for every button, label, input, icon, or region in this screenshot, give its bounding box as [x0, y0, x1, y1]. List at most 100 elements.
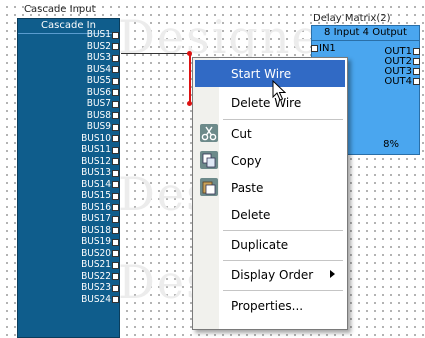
menu-item-label: Duplicate — [231, 237, 289, 252]
cascade-input-block[interactable]: Cascade In BUS1 BUS2 BUS3 BUS4 BUS5 BUS6 BUS7 B… — [17, 18, 120, 338]
output-port[interactable] — [112, 261, 119, 269]
bus-label: BUS20 — [81, 247, 111, 259]
menu-item-duplicate[interactable]: Duplicate — [195, 231, 345, 258]
bus-row: BUS1 — [87, 30, 119, 40]
input-port[interactable] — [311, 44, 318, 52]
bus-row: BUS24 — [81, 294, 119, 305]
output-port[interactable] — [112, 54, 119, 62]
output-port[interactable] — [112, 123, 119, 131]
wire[interactable] — [121, 53, 191, 54]
output-port[interactable] — [112, 273, 119, 280]
bus-row: BUS11 — [81, 145, 119, 155]
wire-handle[interactable] — [187, 51, 192, 56]
output-port[interactable] — [413, 77, 420, 85]
output-port[interactable] — [112, 31, 119, 39]
bus-label: BUS23 — [81, 282, 111, 293]
output-port[interactable] — [112, 77, 119, 85]
bus-label: BUS1 — [86, 29, 111, 40]
menu-item-delete-wire[interactable]: Delete Wire — [195, 89, 345, 116]
bus-label: BUS10 — [81, 132, 111, 144]
output-port-label: OUT4 — [384, 75, 412, 87]
output-port[interactable] — [112, 284, 119, 292]
bus-label: BUS7 — [86, 98, 111, 109]
menu-item-label: Delete — [231, 207, 271, 222]
bus-label: BUS19 — [81, 236, 111, 247]
input-port-row[interactable]: IN1 — [311, 43, 336, 54]
bus-label: BUS3 — [86, 52, 111, 63]
output-port[interactable] — [112, 146, 119, 154]
bus-row: BUS10 — [81, 132, 119, 144]
bus-label: BUS8 — [86, 109, 111, 121]
bus-row: BUS12 — [81, 155, 119, 167]
bus-row: BUS18 — [81, 224, 119, 236]
output-port[interactable] — [112, 66, 119, 73]
bus-label: BUS22 — [81, 270, 111, 282]
output-port[interactable] — [112, 192, 119, 200]
output-port-row[interactable]: OUT3 — [384, 66, 420, 77]
output-port[interactable] — [112, 89, 119, 96]
bus-label: BUS16 — [81, 201, 111, 213]
bus-row: BUS13 — [81, 168, 119, 178]
menu-item-label: Paste — [231, 180, 264, 195]
bus-label: BUS18 — [81, 224, 111, 236]
bus-row: BUS4 — [87, 64, 119, 75]
delay-matrix-label: Delay Matrix(2) — [313, 13, 391, 24]
wire-selected[interactable] — [189, 53, 191, 105]
output-port[interactable] — [413, 57, 420, 65]
bus-row: BUS5 — [87, 76, 119, 86]
menu-item-label: Copy — [231, 153, 262, 168]
menu-item-label: Delete Wire — [231, 95, 302, 110]
paste-icon — [200, 178, 218, 196]
output-port-row[interactable]: OUT4 — [384, 75, 420, 87]
bus-label: BUS17 — [81, 213, 111, 224]
menu-item-label: Display Order — [231, 267, 314, 282]
bus-row: BUS7 — [87, 99, 119, 109]
output-port[interactable] — [112, 100, 119, 108]
output-port-row[interactable]: OUT2 — [384, 56, 420, 67]
bus-row: BUS3 — [87, 53, 119, 63]
bus-row: BUS23 — [81, 283, 119, 293]
bus-label: BUS13 — [81, 167, 111, 178]
menu-item-delete[interactable]: Delete — [195, 201, 345, 228]
bus-label: BUS14 — [81, 178, 111, 190]
copy-icon — [200, 151, 218, 169]
menu-item-paste[interactable]: Paste — [195, 174, 345, 201]
output-port[interactable] — [112, 43, 119, 50]
menu-item-start-wire[interactable]: Start Wire — [195, 60, 345, 87]
bus-row: BUS14 — [81, 178, 119, 190]
bus-label: BUS15 — [81, 190, 111, 201]
output-port[interactable] — [413, 47, 420, 55]
output-port[interactable] — [112, 250, 119, 257]
bus-label: BUS12 — [81, 155, 111, 167]
output-port[interactable] — [112, 169, 119, 177]
menu-item-label: Start Wire — [231, 66, 292, 81]
output-port[interactable] — [112, 215, 119, 223]
bus-label: BUS21 — [81, 259, 111, 270]
bus-row: BUS21 — [81, 260, 119, 270]
output-port[interactable] — [112, 135, 119, 142]
scissors-icon — [200, 124, 218, 142]
bus-row: BUS6 — [87, 87, 119, 98]
output-port[interactable] — [112, 181, 119, 188]
menu-item-properties[interactable]: Properties... — [195, 292, 345, 319]
bus-label: BUS5 — [86, 75, 111, 86]
mouse-pointer-icon — [272, 80, 286, 101]
output-port[interactable] — [112, 158, 119, 165]
output-port[interactable] — [112, 204, 119, 211]
menu-item-label: Properties... — [231, 298, 304, 313]
output-port[interactable] — [112, 227, 119, 234]
bus-label: BUS9 — [86, 121, 111, 132]
bus-row: BUS20 — [81, 247, 119, 259]
menu-item-cut[interactable]: Cut — [195, 120, 345, 147]
bus-row: BUS22 — [81, 270, 119, 282]
bus-row: BUS2 — [87, 41, 119, 52]
output-port[interactable] — [112, 296, 119, 303]
output-port-row[interactable]: OUT1 — [384, 46, 420, 57]
menu-item-display-order[interactable]: Display Order — [195, 261, 345, 288]
bus-label: BUS11 — [81, 144, 111, 155]
bus-row: BUS15 — [81, 191, 119, 201]
output-port[interactable] — [413, 67, 420, 75]
menu-item-copy[interactable]: Copy — [195, 147, 345, 174]
output-port[interactable] — [112, 112, 119, 119]
output-port[interactable] — [112, 238, 119, 246]
